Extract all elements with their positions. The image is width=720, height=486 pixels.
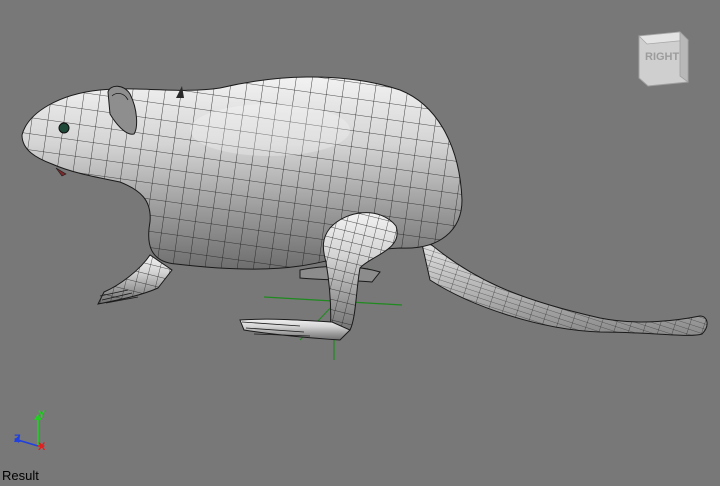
render-result-label: Result [2, 468, 39, 483]
scene-canvas[interactable] [0, 0, 720, 486]
rat-front-paw-mesh[interactable] [97, 254, 173, 305]
rat-tail-mesh[interactable] [419, 233, 708, 336]
rat-eye [58, 122, 70, 134]
axis-y-label: Y [38, 409, 46, 421]
axis-z-label: Z [14, 433, 21, 445]
view-cube-face-label: RIGHT [645, 51, 680, 63]
axis-x-label: X [38, 441, 46, 453]
3d-viewport[interactable]: RIGHT Y Z X Result [0, 0, 720, 486]
